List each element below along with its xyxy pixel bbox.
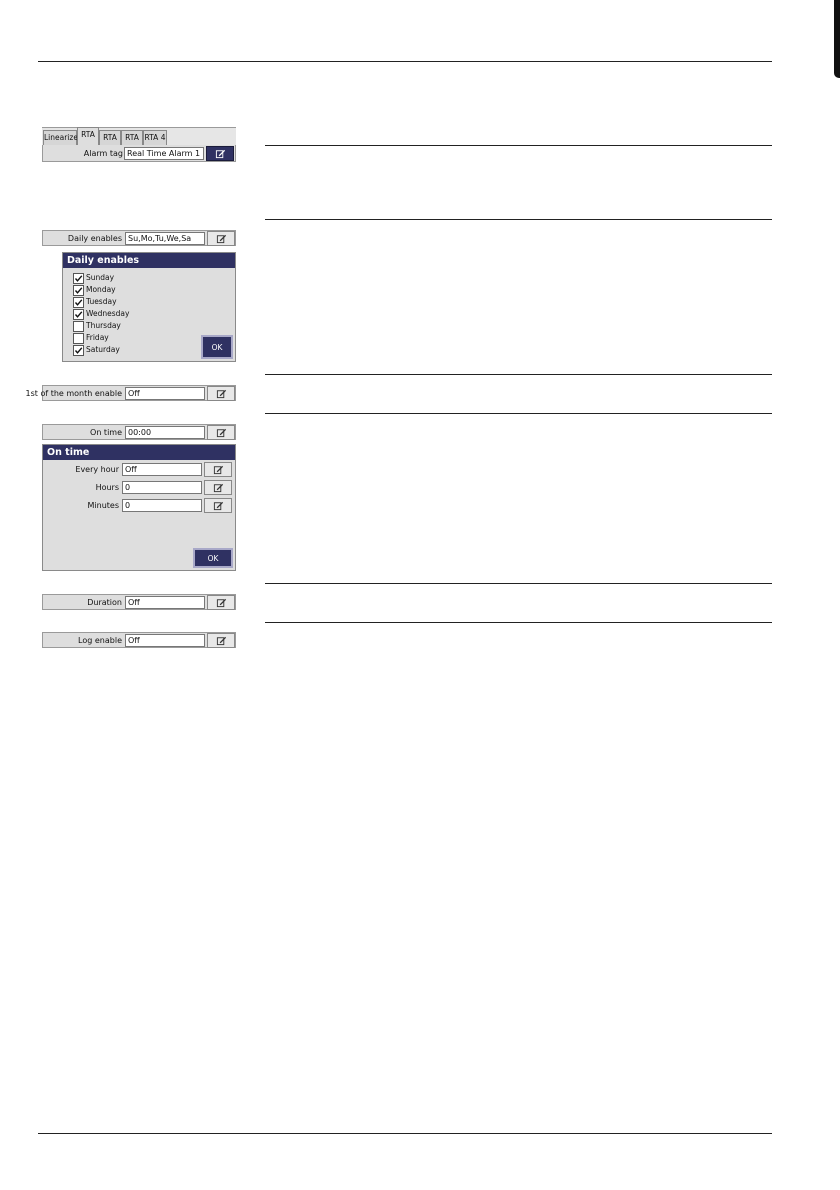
day-label: Monday: [86, 285, 116, 294]
edit-icon: [216, 234, 226, 244]
alarm-tag-label: Alarm tag: [83, 149, 123, 158]
edit-icon: [215, 149, 225, 159]
daily-enables-row: Daily enables Su,Mo,Tu,We,Sa: [42, 230, 236, 246]
log-enable-label: Log enable: [78, 636, 122, 645]
daily-enables-ok-button[interactable]: OK: [201, 335, 233, 359]
alarm-tag-edit-button[interactable]: [206, 146, 234, 161]
on-time-dialog-title: On time: [43, 445, 235, 460]
on-time-label: On time: [90, 428, 122, 437]
alarm-tag-field[interactable]: Real Time Alarm 1: [124, 147, 204, 160]
check-icon: [74, 287, 83, 294]
first-of-month-row: 1st of the month enable Off: [26, 385, 236, 401]
first-of-month-label: 1st of the month enable: [25, 389, 123, 398]
edit-icon: [216, 598, 226, 608]
section-rule-1: [265, 145, 772, 146]
day-label: Friday: [86, 333, 109, 342]
first-of-month-field[interactable]: Off: [125, 387, 205, 400]
daily-enables-label: Daily enables: [67, 234, 122, 243]
tab-rta-2[interactable]: RTA 2: [99, 130, 121, 156]
check-icon: [74, 299, 83, 306]
alarm-tag-panel: Linearizer RTA 1 RTA 2 RTA 3 RTA 4 Alarm…: [42, 127, 236, 162]
duration-row: Duration Off: [42, 594, 236, 610]
day-label: Wednesday: [86, 309, 130, 318]
every-hour-field[interactable]: Off: [122, 463, 202, 476]
section-rule-2: [265, 219, 772, 220]
edit-icon: [216, 636, 226, 646]
daily-enables-field[interactable]: Su,Mo,Tu,We,Sa: [125, 232, 205, 245]
check-icon: [74, 347, 83, 354]
day-label: Sunday: [86, 273, 115, 282]
checkbox-box[interactable]: [73, 297, 84, 308]
hours-label: Hours: [95, 483, 119, 492]
hours-edit-button[interactable]: [204, 480, 232, 495]
checkbox-box[interactable]: [73, 345, 84, 356]
checkbox-box[interactable]: [73, 309, 84, 320]
edit-icon: [213, 465, 223, 475]
section-rule-5: [265, 583, 772, 584]
edit-icon: [213, 501, 223, 511]
tab-linearizer[interactable]: Linearizer: [43, 130, 81, 145]
tab-rta-4[interactable]: RTA 4: [143, 130, 167, 145]
on-time-ok-button[interactable]: OK: [193, 548, 233, 568]
tab-rta-3[interactable]: RTA 3: [121, 130, 143, 156]
log-enable-edit-button[interactable]: [207, 633, 235, 648]
checkbox-box[interactable]: [73, 333, 84, 344]
tab-rta-1[interactable]: RTA 1: [77, 127, 99, 153]
day-label: Thursday: [86, 321, 121, 330]
log-enable-field[interactable]: Off: [125, 634, 205, 647]
minutes-edit-button[interactable]: [204, 498, 232, 513]
first-of-month-edit-button[interactable]: [207, 386, 235, 401]
section-rule-3: [265, 374, 772, 375]
every-hour-label: Every hour: [75, 465, 119, 474]
on-time-row: On time 00:00: [42, 424, 236, 440]
daily-enables-dialog: Daily enables Sunday Monday Tuesday Wednesd…: [62, 252, 236, 362]
on-time-field[interactable]: 00:00: [125, 426, 205, 439]
minutes-field[interactable]: 0: [122, 499, 202, 512]
section-rule-4: [265, 413, 772, 414]
edit-icon: [216, 428, 226, 438]
daily-enables-dialog-title: Daily enables: [63, 253, 235, 268]
check-icon: [74, 275, 83, 282]
check-icon: [74, 311, 83, 318]
page-corner-mark: [834, 0, 840, 78]
section-rule-6: [265, 622, 772, 623]
checkbox-box[interactable]: [73, 285, 84, 296]
duration-field[interactable]: Off: [125, 596, 205, 609]
on-time-edit-button[interactable]: [207, 425, 235, 440]
checkbox-box[interactable]: [73, 273, 84, 284]
day-label: Saturday: [86, 345, 120, 354]
on-time-dialog: On time Every hour Off Hours 0 Minutes 0…: [42, 444, 236, 571]
duration-label: Duration: [87, 598, 122, 607]
day-label: Tuesday: [86, 297, 117, 306]
duration-edit-button[interactable]: [207, 595, 235, 610]
header-rule: [38, 61, 772, 62]
log-enable-row: Log enable Off: [42, 632, 236, 648]
hours-field[interactable]: 0: [122, 481, 202, 494]
footer-rule: [38, 1133, 772, 1134]
every-hour-edit-button[interactable]: [204, 462, 232, 477]
daily-enables-edit-button[interactable]: [207, 231, 235, 246]
edit-icon: [216, 389, 226, 399]
checkbox-box[interactable]: [73, 321, 84, 332]
edit-icon: [213, 483, 223, 493]
minutes-label: Minutes: [87, 501, 120, 510]
